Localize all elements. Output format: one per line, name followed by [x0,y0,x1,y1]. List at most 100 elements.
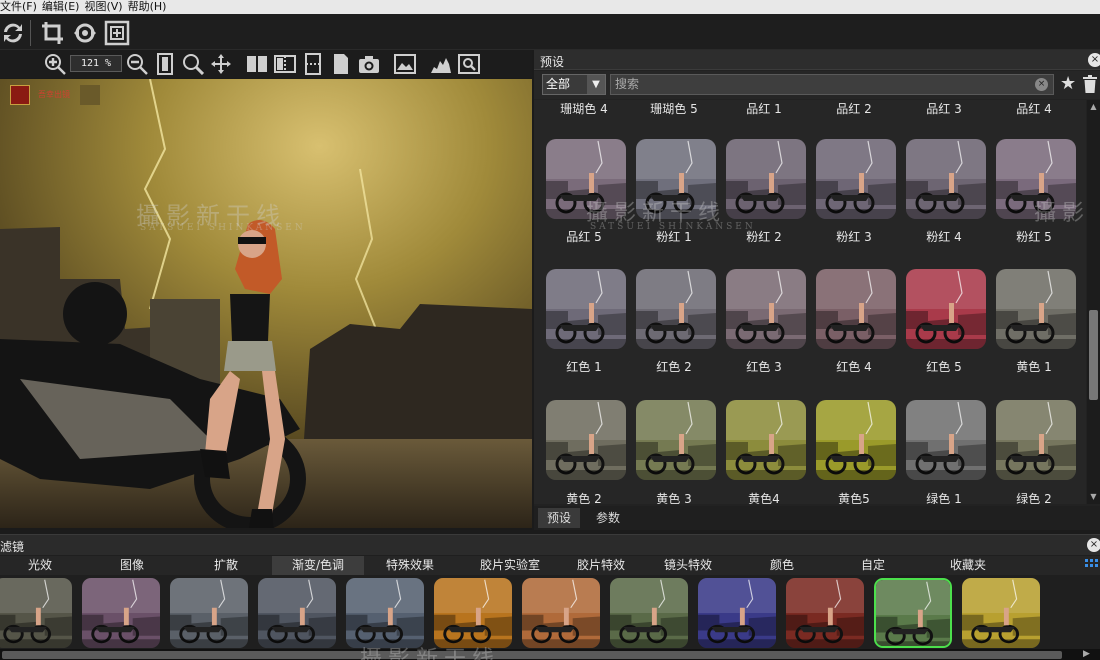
split-mirror-icon[interactable] [274,53,296,75]
filter-thumbnail[interactable] [0,578,72,648]
filter-thumbnail[interactable] [82,578,160,648]
preset-label: 品红 3 [926,102,962,116]
preset-label: 粉红 1 [656,230,692,244]
preset-thumbnail[interactable] [546,269,626,349]
refresh-icon[interactable] [0,20,26,46]
preset-thumbnail[interactable] [636,269,716,349]
qr-code-icon [80,85,100,105]
preset-thumbnail[interactable] [636,139,716,219]
preset-thumbnail[interactable] [996,139,1076,219]
tab-parameters[interactable]: 参数 [587,508,629,528]
preset-label: 品红 5 [566,230,602,244]
fit-screen-icon[interactable] [104,20,130,46]
filter-thumbnail[interactable] [874,578,952,648]
preset-scrollbar[interactable]: ▲ ▼ [1087,100,1100,504]
preset-thumbnail[interactable] [996,269,1076,349]
split-vertical-icon[interactable] [246,53,268,75]
filter-category-tab[interactable]: 光效 [0,556,80,575]
menu-file[interactable]: 文件(F) [0,0,42,14]
preset-thumbnail[interactable] [546,139,626,219]
preset-thumbnail[interactable] [816,400,896,480]
preset-label: 黄色 1 [1016,360,1052,374]
favorite-star-icon[interactable]: ★ [1060,74,1076,94]
filter-thumbnail[interactable] [170,578,248,648]
menu-bar: 文件(F) 编辑(E) 视图(V) 帮助(H) [0,0,1100,14]
filter-scrollbar[interactable]: ▶ [0,649,1100,660]
filter-category-tab[interactable]: 收藏夹 [918,556,1018,575]
filter-category-tab[interactable]: 胶片实验室 [462,556,558,575]
menu-view[interactable]: 视图(V) [84,0,127,14]
histogram-icon[interactable] [430,53,452,75]
pan-icon[interactable] [210,53,232,75]
filter-thumbnail[interactable] [698,578,776,648]
filter-category-tab[interactable]: 特殊效果 [366,556,454,575]
category-select[interactable]: 全部 ▼ [542,74,606,95]
preset-thumbnail[interactable] [816,139,896,219]
photo-image [0,79,532,528]
filter-category-tab[interactable]: 自定 [830,556,916,575]
zoom-level-input[interactable]: 121 % [70,55,122,72]
filter-thumbnail[interactable] [258,578,336,648]
filter-thumbnail[interactable] [962,578,1040,648]
filter-category-tab[interactable]: 渐变/色调 [272,556,364,575]
scroll-up-icon[interactable]: ▲ [1089,102,1098,112]
preset-label: 珊瑚色 5 [650,102,698,116]
filter-category-tab[interactable]: 镜头特效 [646,556,730,575]
grid-view-icon[interactable] [1085,559,1099,571]
main-photo-preview[interactable]: 攝影新干线 SATSUEI SHINKANSEN 吾幸出镜 [0,79,532,528]
menu-edit[interactable]: 编辑(E) [42,0,85,14]
preset-label: 黄色 3 [656,492,692,504]
filter-panel-close-button[interactable]: × [1087,538,1100,552]
split-horizontal-icon[interactable] [302,53,324,75]
clear-search-icon[interactable]: × [1035,78,1048,91]
image-panel: 121 % 攝影新干线 SATSUEI SHINKANSEN 吾幸出镜 [0,50,532,530]
zoom-in-icon[interactable] [44,53,66,75]
preset-thumbnail[interactable] [906,139,986,219]
preset-thumbnail[interactable] [726,400,806,480]
page-icon[interactable] [330,53,352,75]
filter-category-tab[interactable]: 扩散 [184,556,268,575]
menu-help[interactable]: 帮助(H) [128,0,172,14]
preset-panel-close-button[interactable]: × [1088,53,1100,67]
image-compare-icon[interactable] [394,53,416,75]
filter-category-tab[interactable]: 胶片特效 [560,556,642,575]
preset-label: 红色 2 [656,360,692,374]
filter-category-tabs: 光效 图像 扩散 渐变/色调 特殊效果 胶片实验室 胶片特效 镜头特效 颜色 自定 收藏夹 [0,556,1100,575]
scrollbar-thumb[interactable] [1089,310,1098,400]
preset-thumbnail[interactable] [546,400,626,480]
preset-thumbnail[interactable] [816,269,896,349]
preset-thumbnail[interactable] [726,139,806,219]
filter-thumbnail[interactable] [786,578,864,648]
filter-thumbnail[interactable] [346,578,424,648]
filter-scrollbar-thumb[interactable] [2,651,1062,659]
chevron-down-icon[interactable]: ▼ [587,75,605,94]
preset-thumbnail[interactable] [996,400,1076,480]
preset-panel: 预设 × 全部 ▼ 搜索 × ★ 珊瑚色 4 珊瑚色 5 品红 1 品红 2 品红 3 品… [534,50,1100,530]
filter-thumbnail[interactable] [610,578,688,648]
category-select-value: 全部 [546,77,571,91]
preset-thumbnail[interactable] [906,269,986,349]
trash-icon[interactable] [1083,75,1097,93]
preset-label: 绿色 1 [926,492,962,504]
filter-category-tab[interactable]: 图像 [92,556,172,575]
zoom-out-icon[interactable] [126,53,148,75]
actual-size-icon[interactable] [154,53,176,75]
scroll-right-icon[interactable]: ▶ [1083,649,1090,659]
crop-icon[interactable] [40,20,66,46]
filter-category-tab[interactable]: 颜色 [738,556,826,575]
loupe-icon[interactable] [458,53,480,75]
magnifier-icon[interactable] [182,53,204,75]
scroll-down-icon[interactable]: ▼ [1089,492,1098,502]
preset-thumbnail[interactable] [636,400,716,480]
filter-thumbnail[interactable] [434,578,512,648]
toolbar-separator [30,20,31,46]
preset-thumbnail[interactable] [906,400,986,480]
camera-icon[interactable] [358,53,380,75]
filter-thumbnail[interactable] [522,578,600,648]
preset-label: 红色 1 [566,360,602,374]
preset-thumbnail[interactable] [726,269,806,349]
tab-presets[interactable]: 预设 [538,508,581,528]
rotate-icon[interactable] [72,20,98,46]
filter-panel: 滤镜 × 光效 图像 扩散 渐变/色调 特殊效果 胶片实验室 胶片特效 镜头特效 颜色 自定 收藏夹 [0,534,1100,660]
preset-search-input[interactable]: 搜索 [610,74,1054,95]
